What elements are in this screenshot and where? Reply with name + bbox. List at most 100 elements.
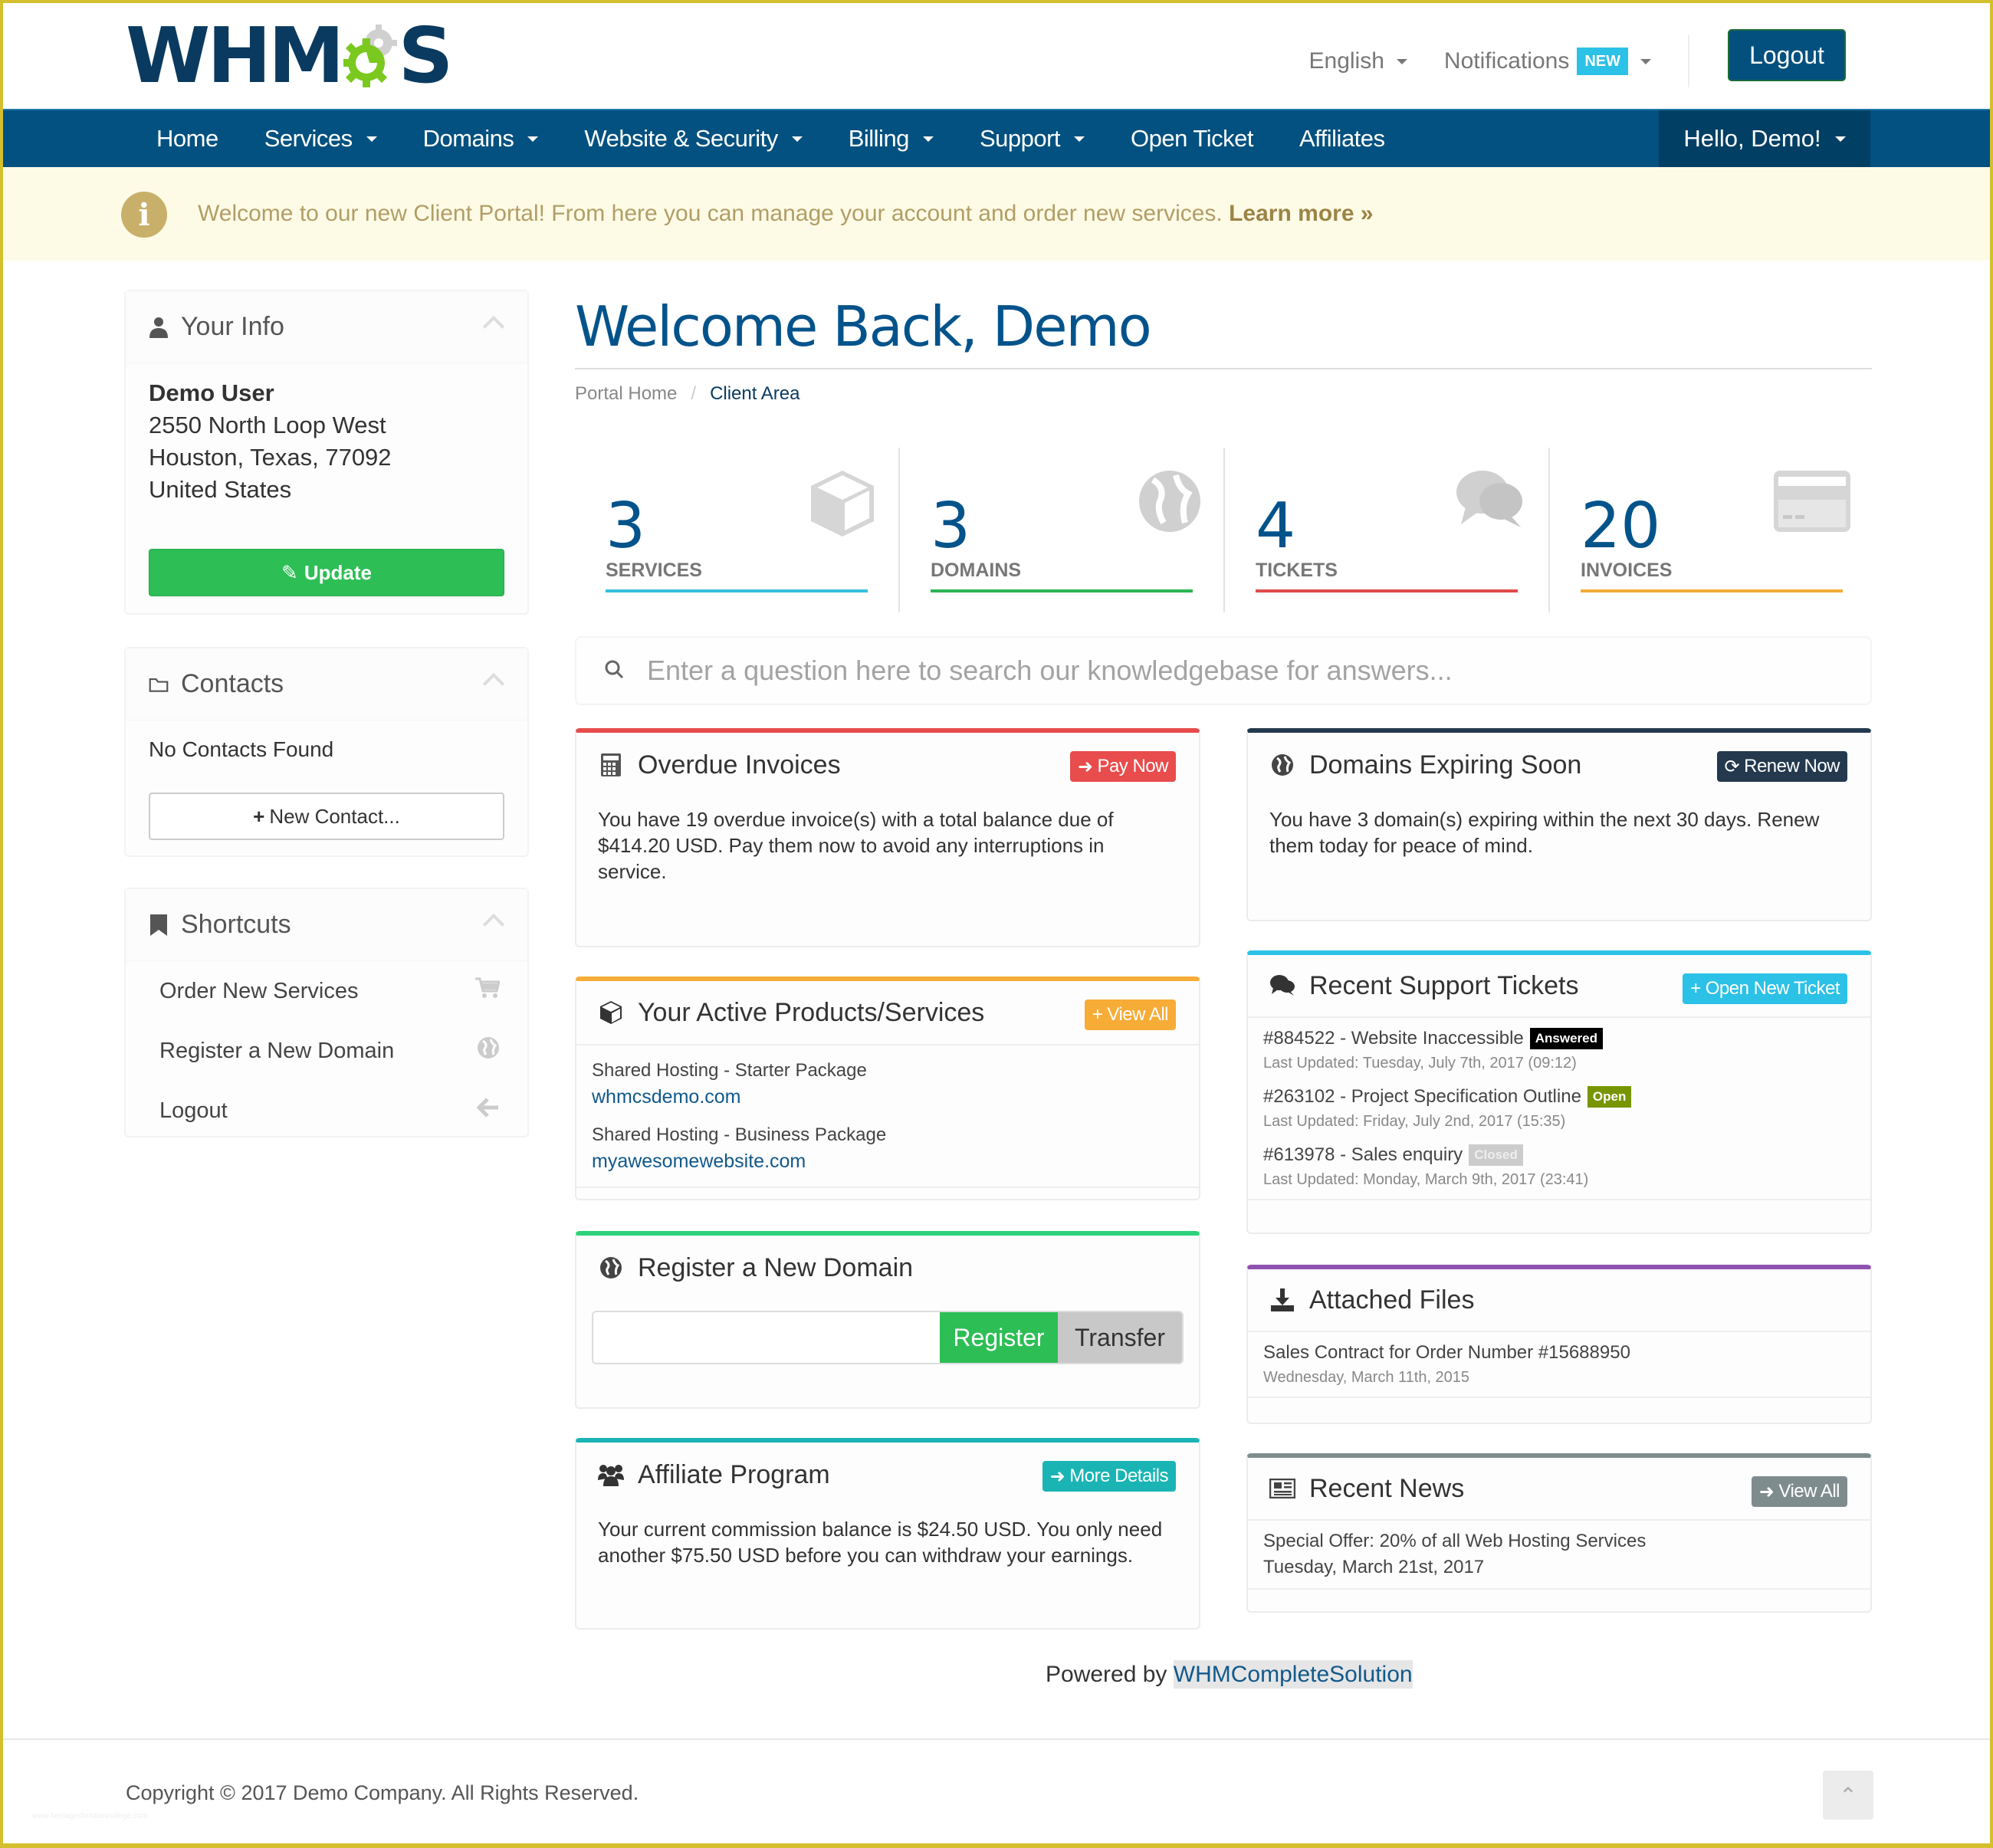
file-item[interactable]: Sales Contract for Order Number #1568895…	[1248, 1335, 1870, 1393]
back-to-top-button[interactable]: ⌃	[1823, 1771, 1873, 1820]
product-name: Shared Hosting - Starter Package	[592, 1060, 867, 1081]
language-label: English	[1308, 48, 1384, 74]
stat-tile-domains[interactable]: 3 DOMAINS	[900, 448, 1225, 612]
ticket-title[interactable]: #263102 - Project Specification Outline	[1263, 1084, 1581, 1110]
card-title: Affiliate Program	[638, 1459, 830, 1489]
renew-now-button[interactable]: ⟳ Renew Now	[1716, 751, 1847, 782]
caret-down-icon	[791, 136, 803, 142]
open-new-ticket-button[interactable]: + Open New Ticket	[1683, 973, 1847, 1004]
shortcut-label: Register a New Domain	[159, 1038, 395, 1063]
button-label: Renew Now	[1744, 756, 1840, 776]
active-products-card: Your Active Products/Services + View All …	[575, 977, 1200, 1200]
user-name: Demo User	[149, 379, 274, 406]
notifications-dropdown[interactable]: Notifications NEW	[1444, 48, 1651, 75]
button-label: More Details	[1069, 1466, 1168, 1486]
chevron-up-icon[interactable]	[482, 913, 505, 936]
pay-now-button[interactable]: ➜ Pay Now	[1069, 751, 1176, 782]
nav-item-affiliates[interactable]: Affiliates	[1276, 110, 1408, 167]
update-button[interactable]: ✎ Update	[149, 549, 504, 596]
cube-icon	[598, 999, 624, 1026]
shortcuts-panel: Shortcuts Order New Services Register a N…	[124, 888, 529, 1137]
caret-down-icon	[1834, 136, 1846, 142]
nav-item-label: Home	[156, 125, 218, 152]
shortcut-label: Logout	[159, 1098, 228, 1123]
card-title: Domains Expiring Soon	[1309, 750, 1582, 780]
nav-item-support[interactable]: Support	[957, 110, 1108, 167]
new-contact-button[interactable]: + New Contact...	[149, 793, 504, 840]
register-domain-card: Register a New Domain Register Transfer	[575, 1231, 1200, 1409]
transfer-button[interactable]: Transfer	[1058, 1312, 1182, 1363]
update-label: Update	[304, 560, 372, 584]
logout-button[interactable]: Logout	[1728, 29, 1846, 81]
no-contacts-text: No Contacts Found	[149, 737, 334, 761]
news-date: Tuesday, March 21st, 2017	[1263, 1557, 1485, 1577]
chevron-up-icon[interactable]	[482, 672, 505, 695]
credit-card-icon	[1772, 469, 1852, 537]
status-badge: Answered	[1529, 1027, 1604, 1050]
stat-tile-tickets[interactable]: 4 TICKETS	[1225, 448, 1550, 612]
stat-tile-invoices[interactable]: 20 INVOICES	[1550, 448, 1875, 612]
nav-item-home[interactable]: Home	[133, 110, 241, 167]
learn-more-link[interactable]: Learn more »	[1229, 201, 1373, 226]
news-title[interactable]: Special Offer: 20% of all Web Hosting Se…	[1263, 1528, 1855, 1554]
product-item[interactable]: Shared Hosting - Starter Package whmcsdem…	[576, 1052, 1199, 1116]
panel-header[interactable]: Contacts	[126, 648, 527, 720]
panel-header[interactable]: Your Info	[126, 291, 527, 363]
globe-icon	[1269, 752, 1295, 778]
stat-label: TICKETS	[1256, 560, 1338, 581]
view-all-products-button[interactable]: + View All	[1084, 999, 1176, 1030]
info-icon: i	[121, 192, 167, 238]
shortcut-item[interactable]: Logout	[126, 1081, 527, 1141]
stat-value: 20	[1581, 490, 1661, 563]
new-contact-label: New Contact...	[269, 804, 400, 828]
product-domain-link[interactable]: myawesomewebsite.com	[592, 1148, 1184, 1174]
stat-value: 4	[1256, 490, 1296, 563]
ticket-item[interactable]: #884522 - Website Inaccessible Answered La…	[1248, 1021, 1870, 1079]
recent-tickets-card: Recent Support Tickets + Open New Ticket …	[1246, 950, 1872, 1234]
recent-news-card: Recent News ➜ View All Special Offer: 20%…	[1246, 1453, 1872, 1613]
download-icon	[1269, 1287, 1295, 1313]
user-menu[interactable]: Hello, Demo!	[1659, 110, 1870, 167]
nav-item-billing[interactable]: Billing	[826, 110, 957, 167]
register-button[interactable]: Register	[940, 1312, 1058, 1363]
ticket-title[interactable]: #884522 - Website Inaccessible	[1263, 1026, 1524, 1052]
stat-tile-services[interactable]: 3 SERVICES	[575, 448, 900, 612]
more-details-button[interactable]: ➜ More Details	[1042, 1461, 1176, 1492]
welcome-alert: i Welcome to our new Client Portal! From…	[3, 167, 1990, 261]
ticket-item[interactable]: #613978 - Sales enquiry Closed Last Update…	[1248, 1137, 1870, 1196]
ticket-item[interactable]: #263102 - Project Specification Outline O…	[1248, 1079, 1870, 1137]
file-name[interactable]: Sales Contract for Order Number #1568895…	[1263, 1340, 1855, 1366]
domain-input[interactable]	[593, 1312, 940, 1363]
arrow-right-icon: ➜	[1758, 1481, 1775, 1502]
view-all-news-button[interactable]: ➜ View All	[1751, 1476, 1847, 1507]
shortcut-item[interactable]: Register a New Domain	[126, 1021, 527, 1081]
logo-text: S	[398, 11, 454, 100]
panel-header[interactable]: Shortcuts	[126, 889, 527, 961]
card-title: Recent Support Tickets	[1309, 970, 1579, 1000]
ticket-title[interactable]: #613978 - Sales enquiry	[1263, 1142, 1463, 1168]
news-item[interactable]: Special Offer: 20% of all Web Hosting Se…	[1248, 1524, 1870, 1585]
caret-down-icon	[1074, 136, 1085, 142]
button-label: Open New Ticket	[1705, 978, 1840, 999]
caret-down-icon	[1396, 58, 1407, 64]
whmcs-logo[interactable]: WHM S	[126, 18, 454, 94]
language-dropdown[interactable]: English	[1309, 48, 1407, 74]
status-badge: Closed	[1469, 1144, 1523, 1167]
shortcut-item[interactable]: Order New Services	[126, 961, 527, 1021]
chevron-up-icon[interactable]	[482, 315, 505, 338]
nav-item-open-ticket[interactable]: Open Ticket	[1108, 110, 1276, 167]
whmcs-link[interactable]: WHMCompleteSolution	[1173, 1660, 1413, 1689]
button-label: Pay Now	[1097, 756, 1168, 776]
stat-underline	[931, 589, 1193, 592]
nav-item-domains[interactable]: Domains	[400, 110, 562, 167]
kb-search-input[interactable]	[647, 655, 1797, 687]
nav-item-website-security[interactable]: Website & Security	[561, 110, 825, 167]
breadcrumb-home[interactable]: Portal Home	[575, 383, 677, 404]
new-badge: NEW	[1577, 48, 1628, 75]
refresh-icon: ⟳	[1724, 756, 1740, 777]
globe-icon	[477, 1036, 500, 1065]
nav-item-services[interactable]: Services	[241, 110, 400, 167]
product-domain-link[interactable]: whmcsdemo.com	[592, 1084, 1184, 1110]
comments-icon	[1453, 469, 1527, 534]
product-item[interactable]: Shared Hosting - Business Package myaweso…	[576, 1116, 1199, 1180]
